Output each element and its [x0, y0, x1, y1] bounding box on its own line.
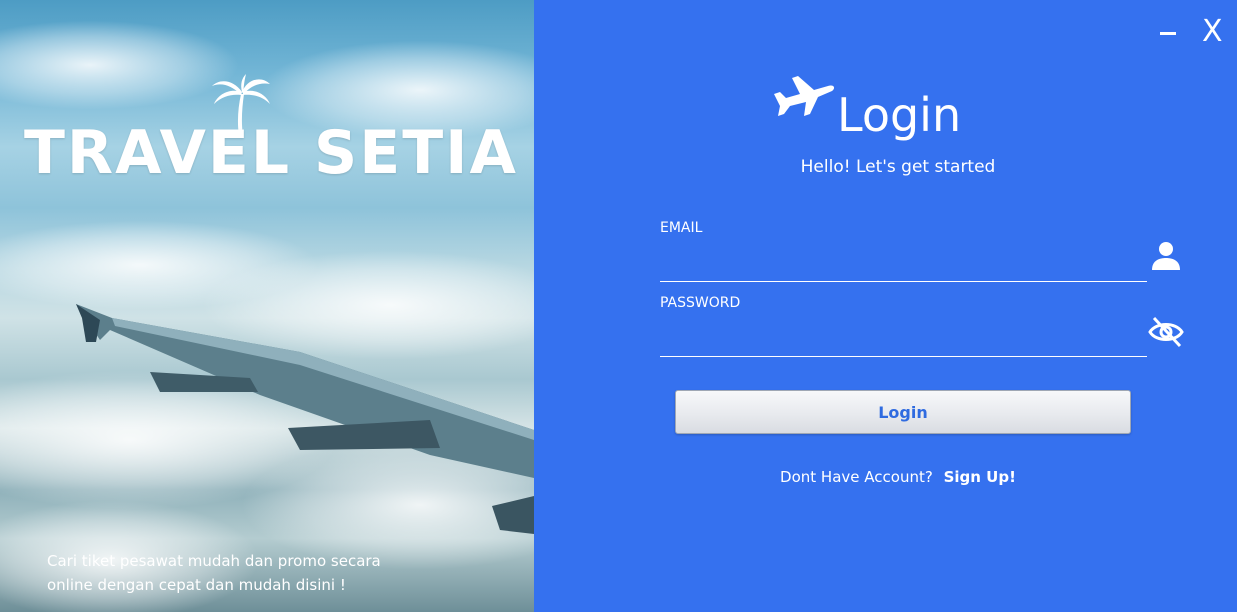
login-window: TRAVEL SETIA Cari tiket pesawat mudah da…	[0, 0, 1237, 612]
login-title: Login	[837, 88, 962, 142]
user-icon	[1152, 242, 1180, 270]
close-button[interactable]: X	[1202, 12, 1223, 52]
tagline-line-1: Cari tiket pesawat mudah dan promo secar…	[47, 552, 381, 570]
tagline: Cari tiket pesawat mudah dan promo secar…	[47, 549, 407, 597]
login-button[interactable]: Login	[675, 390, 1131, 434]
signup-row: Dont Have Account? Sign Up!	[534, 468, 1237, 486]
email-label: EMAIL	[660, 220, 703, 236]
brand-title: TRAVEL SETIA	[24, 118, 518, 188]
airplane-icon	[774, 76, 835, 116]
tagline-line-2: online dengan cepat dan mudah disini !	[47, 576, 346, 594]
eye-off-icon[interactable]	[1148, 314, 1184, 350]
email-field[interactable]	[660, 253, 1147, 282]
password-field[interactable]	[660, 328, 1147, 357]
hero-panel: TRAVEL SETIA Cari tiket pesawat mudah da…	[0, 0, 534, 612]
signup-link[interactable]: Sign Up!	[944, 468, 1016, 486]
login-panel: X Login Hello! Let's get started EMAIL P…	[534, 0, 1237, 612]
no-account-text: Dont Have Account?	[780, 468, 933, 486]
password-label: PASSWORD	[660, 295, 741, 311]
login-subtitle: Hello! Let's get started	[800, 157, 996, 177]
minimize-button[interactable]	[1158, 22, 1178, 46]
